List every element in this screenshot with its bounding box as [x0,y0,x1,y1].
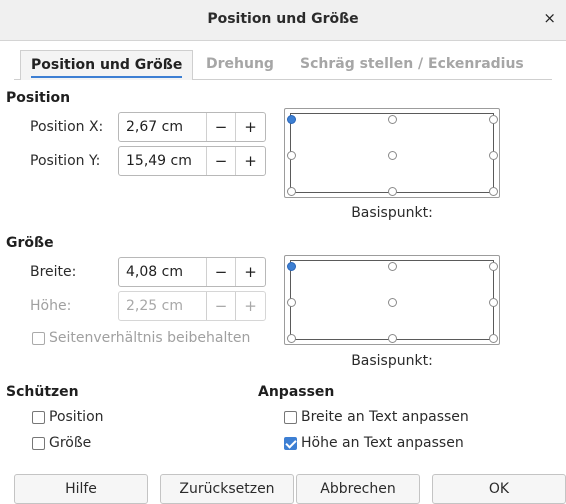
close-icon[interactable]: × [543,9,556,27]
size-basepoint-caption: Basispunkt: [351,353,433,369]
height-increment-button[interactable]: + [236,292,265,320]
protect-position-checkbox-box[interactable] [32,410,45,424]
window-title: Position und Größe [207,11,359,27]
size-heading: Größe [6,235,54,251]
help-button[interactable]: Hilfe [14,474,148,504]
reset-button[interactable]: Zurücksetzen [160,474,294,504]
position-x-decrement-button[interactable]: − [207,113,236,141]
basepoint-center[interactable] [387,150,397,160]
position-basepoint-selector[interactable] [284,108,500,198]
position-x-increment-button[interactable]: + [236,113,265,141]
width-label: Breite: [30,264,77,280]
protect-size-checkbox[interactable]: Größe [32,435,91,451]
basepoint-middle-left[interactable] [286,297,296,307]
fit-height-checkbox[interactable]: Höhe an Text anpassen [284,435,464,451]
height-spinfield: 2,25 cm − + [118,291,266,321]
protect-position-checkbox[interactable]: Position [32,409,104,425]
width-input[interactable]: 4,08 cm [119,258,207,286]
fit-height-label: Höhe an Text anpassen [301,435,464,451]
height-decrement-button[interactable]: − [207,292,236,320]
position-basepoint-caption: Basispunkt: [351,205,433,221]
basepoint-middle-left[interactable] [286,150,296,160]
ok-button[interactable]: OK [432,474,566,504]
width-spinfield: 4,08 cm − + [118,257,266,287]
title-bar: Position und Größe × [0,0,566,41]
basepoint-bottom-right[interactable] [488,333,498,343]
protect-size-checkbox-box[interactable] [32,436,45,450]
tab-position-size[interactable]: Position und Größe [20,50,194,80]
protect-position-label: Position [49,409,104,425]
basepoint-top-left[interactable] [286,261,296,271]
basepoint-middle-right[interactable] [488,297,498,307]
basepoint-center[interactable] [387,297,397,307]
basepoint-middle-right[interactable] [488,150,498,160]
basepoint-bottom-left[interactable] [286,333,296,343]
basepoint-top-right[interactable] [488,114,498,124]
basepoint-bottom-right[interactable] [488,186,498,196]
position-y-spinfield: 15,49 cm − + [118,146,266,176]
tab-rotation[interactable]: Drehung [206,50,274,80]
height-input[interactable]: 2,25 cm [119,292,207,320]
adapt-heading: Anpassen [258,384,335,400]
tab-slant-corner-radius[interactable]: Schräg stellen / Eckenradius [300,50,524,80]
width-decrement-button[interactable]: − [207,258,236,286]
position-heading: Position [6,90,71,106]
cancel-button[interactable]: Abbrechen [296,474,420,504]
position-y-decrement-button[interactable]: − [207,147,236,175]
basepoint-bottom-left[interactable] [286,186,296,196]
keep-ratio-checkbox-box[interactable] [32,331,45,345]
position-y-increment-button[interactable]: + [236,147,265,175]
basepoint-bottom-center[interactable] [387,333,397,343]
height-label: Höhe: [30,298,72,314]
position-y-input[interactable]: 15,49 cm [119,147,207,175]
basepoint-top-left[interactable] [286,114,296,124]
basepoint-bottom-center[interactable] [387,186,397,196]
protect-heading: Schützen [6,384,79,400]
fit-width-checkbox-box[interactable] [284,410,297,424]
position-x-input[interactable]: 2,67 cm [119,113,207,141]
fit-width-label: Breite an Text anpassen [301,409,469,425]
size-basepoint-selector[interactable] [284,255,500,345]
basepoint-top-center[interactable] [387,114,397,124]
fit-height-checkbox-box[interactable] [284,436,297,450]
keep-ratio-label: Seitenverhältnis beibehalten [49,330,251,346]
position-y-label: Position Y: [30,153,101,169]
keep-ratio-checkbox[interactable]: Seitenverhältnis beibehalten [32,330,250,346]
position-x-spinfield: 2,67 cm − + [118,112,266,142]
protect-size-label: Größe [49,435,92,451]
width-increment-button[interactable]: + [236,258,265,286]
basepoint-top-right[interactable] [488,261,498,271]
tab-bar: Position und Größe Drehung Schräg stelle… [14,50,552,80]
basepoint-top-center[interactable] [387,261,397,271]
fit-width-checkbox[interactable]: Breite an Text anpassen [284,409,469,425]
position-x-label: Position X: [30,119,104,135]
